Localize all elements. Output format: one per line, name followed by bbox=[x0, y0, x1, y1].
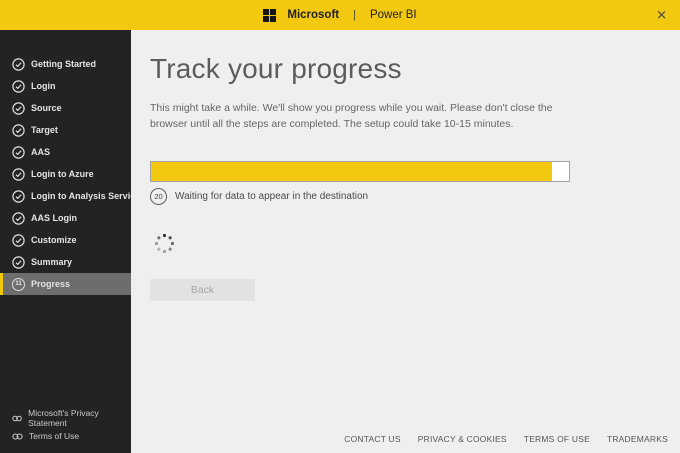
sidebar-step-item[interactable]: AAS bbox=[0, 141, 131, 163]
sidebar-step-item[interactable]: 11 Progress bbox=[0, 273, 131, 295]
check-circle-icon bbox=[12, 57, 25, 71]
footer-link[interactable]: CONTACT US bbox=[344, 434, 400, 444]
sidebar-steps: Getting Started Login Source Target AAS bbox=[0, 30, 131, 295]
sidebar-step-label: AAS bbox=[31, 147, 51, 157]
sidebar-step-label: Login bbox=[31, 81, 56, 91]
check-circle-icon bbox=[12, 167, 25, 181]
back-button[interactable]: Back bbox=[150, 278, 255, 301]
footer-link[interactable]: TRADEMARKS bbox=[607, 434, 668, 444]
sidebar-step-label: Progress bbox=[31, 279, 71, 289]
sidebar-step-label: Login to Analysis Services bbox=[31, 191, 131, 201]
sidebar-step-label: AAS Login bbox=[31, 213, 77, 223]
footer-link[interactable]: TERMS OF USE bbox=[524, 434, 590, 444]
sidebar-step-item[interactable]: Login bbox=[0, 75, 131, 97]
sidebar-footer-links: Microsoft's Privacy Statement Terms of U… bbox=[0, 408, 131, 445]
sidebar-footer-link-label: Terms of Use bbox=[29, 431, 80, 441]
check-circle-icon bbox=[12, 211, 25, 225]
sidebar-step-label: Source bbox=[31, 103, 62, 113]
link-icon bbox=[12, 432, 23, 440]
microsoft-logo-icon bbox=[263, 8, 277, 22]
check-circle-icon bbox=[12, 189, 25, 203]
sidebar-step-item[interactable]: Customize bbox=[0, 229, 131, 251]
brand-name: Microsoft bbox=[287, 9, 340, 21]
main-panel: Track your progress This might take a wh… bbox=[131, 30, 680, 453]
sidebar-step-label: Target bbox=[31, 125, 58, 135]
sidebar-footer-link[interactable]: Microsoft's Privacy Statement bbox=[0, 408, 131, 428]
sidebar-step-item[interactable]: Login to Analysis Services bbox=[0, 185, 131, 207]
page-description: This might take a while. We'll show you … bbox=[150, 102, 553, 131]
sidebar-step-item[interactable]: Login to Azure bbox=[0, 163, 131, 185]
setup-wizard-window: Microsoft | Power BI ✕ Getting Started L… bbox=[0, 0, 680, 453]
close-icon[interactable]: ✕ bbox=[656, 9, 667, 22]
sidebar-step-item[interactable]: AAS Login bbox=[0, 207, 131, 229]
sidebar: Getting Started Login Source Target AAS bbox=[0, 30, 131, 453]
sidebar-footer-link[interactable]: Terms of Use bbox=[0, 427, 131, 445]
sidebar-step-label: Login to Azure bbox=[31, 169, 94, 179]
brand-divider: | bbox=[353, 9, 356, 21]
sidebar-step-item[interactable]: Target bbox=[0, 119, 131, 141]
status-text: Waiting for data to appear in the destin… bbox=[175, 190, 369, 202]
footer-link[interactable]: PRIVACY & COOKIES bbox=[418, 434, 507, 444]
page-footer: CONTACT US PRIVACY & COOKIES TERMS OF US… bbox=[344, 434, 668, 444]
progress-bar bbox=[150, 160, 570, 182]
sidebar-step-item[interactable]: Summary bbox=[0, 251, 131, 273]
check-circle-icon bbox=[12, 233, 25, 247]
check-circle-icon bbox=[12, 101, 25, 115]
sidebar-step-item[interactable]: Source bbox=[0, 97, 131, 119]
sidebar-step-label: Summary bbox=[31, 257, 73, 267]
sidebar-step-label: Getting Started bbox=[31, 59, 97, 69]
brand-row: Microsoft | Power BI bbox=[263, 8, 417, 22]
check-circle-icon bbox=[12, 255, 25, 269]
check-circle-icon bbox=[12, 123, 25, 137]
status-step-badge: 20 bbox=[150, 187, 167, 205]
product-name: Power BI bbox=[369, 9, 417, 21]
step-number-icon: 11 bbox=[12, 277, 25, 291]
link-icon bbox=[12, 415, 22, 421]
check-circle-icon bbox=[12, 145, 25, 159]
sidebar-footer-link-label: Microsoft's Privacy Statement bbox=[28, 408, 99, 428]
header-bar: Microsoft | Power BI ✕ bbox=[0, 0, 680, 30]
loading-spinner-icon bbox=[153, 233, 175, 255]
progress-bar-fill bbox=[151, 161, 553, 181]
sidebar-step-label: Customize bbox=[31, 235, 77, 245]
page-title: Track your progress bbox=[150, 53, 402, 84]
status-row: 20 Waiting for data to appear in the des… bbox=[150, 187, 680, 205]
check-circle-icon bbox=[12, 79, 25, 93]
sidebar-step-item[interactable]: Getting Started bbox=[0, 53, 131, 75]
